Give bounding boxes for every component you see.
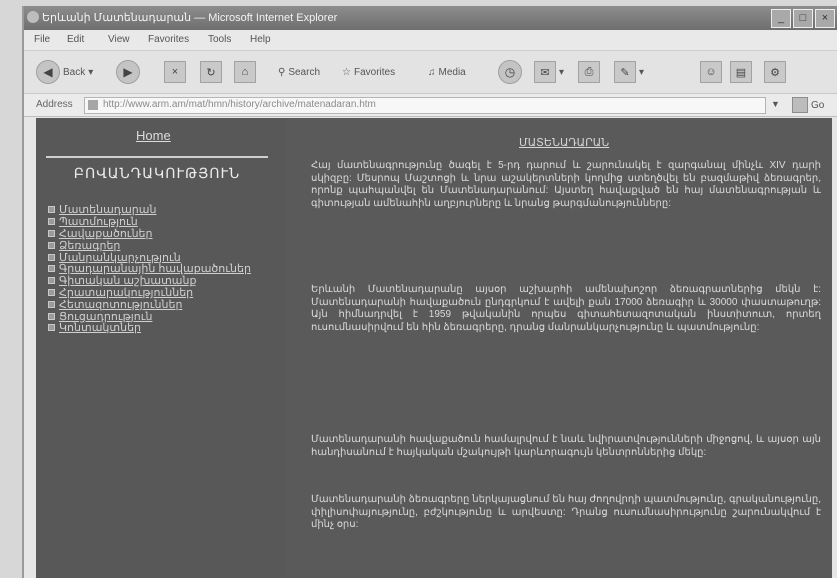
forward-arrow-icon: ▶ [116,60,140,84]
print-button[interactable]: ⎙ [578,59,600,85]
go-button[interactable]: Go [792,97,824,113]
article-paragraph: Հայ մատենագրությունը ծագել է 5-րդ դարում… [311,160,821,209]
browser-icon [27,11,39,23]
bullet-icon [48,206,55,214]
bullet-icon [48,253,55,261]
article-paragraph: Երևանի Մատենադարանը այսօր աշխարհի ամենախ… [311,284,821,333]
bullet-icon [48,324,55,332]
nav-item-research[interactable]: Գիտական աշխատանք [48,275,283,287]
search-label: Search [288,66,321,78]
chevron-down-icon: ▾ [559,66,565,78]
bullet-icon [48,229,55,237]
research-button[interactable]: ▤ [730,59,752,85]
page-content: Home ԲՈՎԱՆԴԱԿՈՒԹՅՈՒՆ Մատենադարան Պատմութ… [36,118,832,578]
toolbar: ◀ Back ▾ ▶ × ↻ ⌂ ⚲ Search ☆ Favorites ♫ … [24,51,837,94]
close-button[interactable]: × [815,9,835,28]
menu-file[interactable]: File [34,34,50,45]
tools-icon: ⚙ [764,61,786,83]
bullet-icon [48,277,55,285]
nav-item-history[interactable]: Պատմություն [48,216,283,228]
home-icon: ⌂ [234,61,256,83]
sidebar-nav: Մատենադարան Պատմություն Հավաքածուներ Ձեռ… [48,204,283,334]
browser-window: Երևանի Մատենադարան — Microsoft Internet … [22,6,837,578]
bullet-icon [48,241,55,249]
stop-icon: × [164,61,186,83]
research-icon: ▤ [730,61,752,83]
messenger-button[interactable]: ☺ [700,59,722,85]
star-icon: ☆ [342,66,351,78]
bullet-icon [48,312,55,320]
article-paragraph: Մատենադարանի հավաքածուն համալրվում է նաև… [311,434,821,458]
media-button[interactable]: ♫ Media [428,59,466,85]
nav-item-contacts[interactable]: Կոնտակտներ [48,322,283,334]
address-label: Address [36,99,73,110]
home-button[interactable]: ⌂ [234,59,256,85]
article-heading[interactable]: ՄԱՏԵՆԱԴԱՐԱՆ [519,136,609,149]
window-title: Երևանի Մատենադարան — Microsoft Internet … [42,12,338,24]
title-bar: Երևանի Մատենադարան — Microsoft Internet … [24,6,837,30]
chevron-down-icon: ▾ [639,66,645,78]
nav-item-publications[interactable]: Հրատարակություններ [48,287,283,299]
chevron-down-icon: ▾ [88,66,94,78]
address-input[interactable]: http://www.arm.am/mat/hmn/history/archiv… [84,97,766,114]
minimize-button[interactable]: _ [771,9,791,28]
nav-label: Կոնտակտներ [59,322,142,335]
menu-edit[interactable]: Edit [67,34,84,45]
window-controls: _ □ × [771,9,835,28]
home-link[interactable]: Home [136,128,171,143]
nav-item-matenadaran[interactable]: Մատենադարան [48,204,283,216]
nav-item-manuscripts[interactable]: Ձեռագրեր [48,239,283,252]
back-button[interactable]: ◀ Back ▾ [36,59,93,85]
back-arrow-icon: ◀ [36,60,60,84]
menu-view[interactable]: View [108,34,130,45]
menu-tools[interactable]: Tools [208,34,231,45]
bullet-icon [48,265,55,273]
bullet-icon [48,288,55,296]
favorites-button[interactable]: ☆ Favorites [342,59,395,85]
address-bar: Address http://www.arm.am/mat/hmn/histor… [24,94,837,117]
media-icon: ♫ [428,66,436,78]
url-text: http://www.arm.am/mat/hmn/history/archiv… [103,99,376,110]
go-arrow-icon [792,97,808,113]
edit-button[interactable]: ✎ ▾ [614,59,644,85]
edit-icon: ✎ [614,61,636,83]
stop-button[interactable]: × [164,59,186,85]
nav-item-studies[interactable]: Հետազոտություններ [48,298,283,311]
page-icon [88,100,98,110]
bullet-icon [48,218,55,226]
sidebar-title: ԲՈՎԱՆԴԱԿՈՒԹՅՈՒՆ [73,165,241,181]
refresh-button[interactable]: ↻ [200,59,222,85]
search-button[interactable]: ⚲ Search [278,59,320,85]
menu-favorites[interactable]: Favorites [148,34,189,45]
divider [46,156,268,158]
menu-bar: File Edit View Favorites Tools Help [24,30,837,51]
bullet-icon [48,300,55,308]
back-label: Back [63,66,86,78]
nav-item-library[interactable]: Գրադարանային հավաքածուներ [48,263,283,275]
print-icon: ⎙ [578,61,600,83]
history-icon: ◷ [498,60,522,84]
messenger-icon: ☺ [700,61,722,83]
address-dropdown[interactable]: ▼ [771,99,780,109]
favorites-label: Favorites [353,66,396,78]
go-label: Go [811,99,825,111]
mail-button[interactable]: ✉ ▾ [534,59,564,85]
forward-button[interactable]: ▶ [116,59,140,85]
article-paragraph: Մատենադարանի ձեռագրերը ներկայացնում են հ… [311,494,821,530]
nav-item-collections[interactable]: Հավաքածուներ [48,228,283,240]
media-label: Media [438,66,466,78]
main-article: ՄԱՏԵՆԱԴԱՐԱՆ Հայ մատենագրությունը ծագել է… [291,118,831,578]
tools-button[interactable]: ⚙ [764,59,786,85]
mail-icon: ✉ [534,61,556,83]
left-sidebar: Home ԲՈՎԱՆԴԱԿՈՒԹՅՈՒՆ Մատենադարան Պատմութ… [36,118,286,578]
nav-item-exhibition[interactable]: Ցուցադրություն [48,310,283,323]
menu-help[interactable]: Help [250,34,271,45]
maximize-button[interactable]: □ [793,9,813,28]
history-button[interactable]: ◷ [498,59,522,85]
refresh-icon: ↻ [200,61,222,83]
nav-item-miniatures[interactable]: Մանրանկարչություն [48,251,283,264]
search-icon: ⚲ [278,66,286,78]
